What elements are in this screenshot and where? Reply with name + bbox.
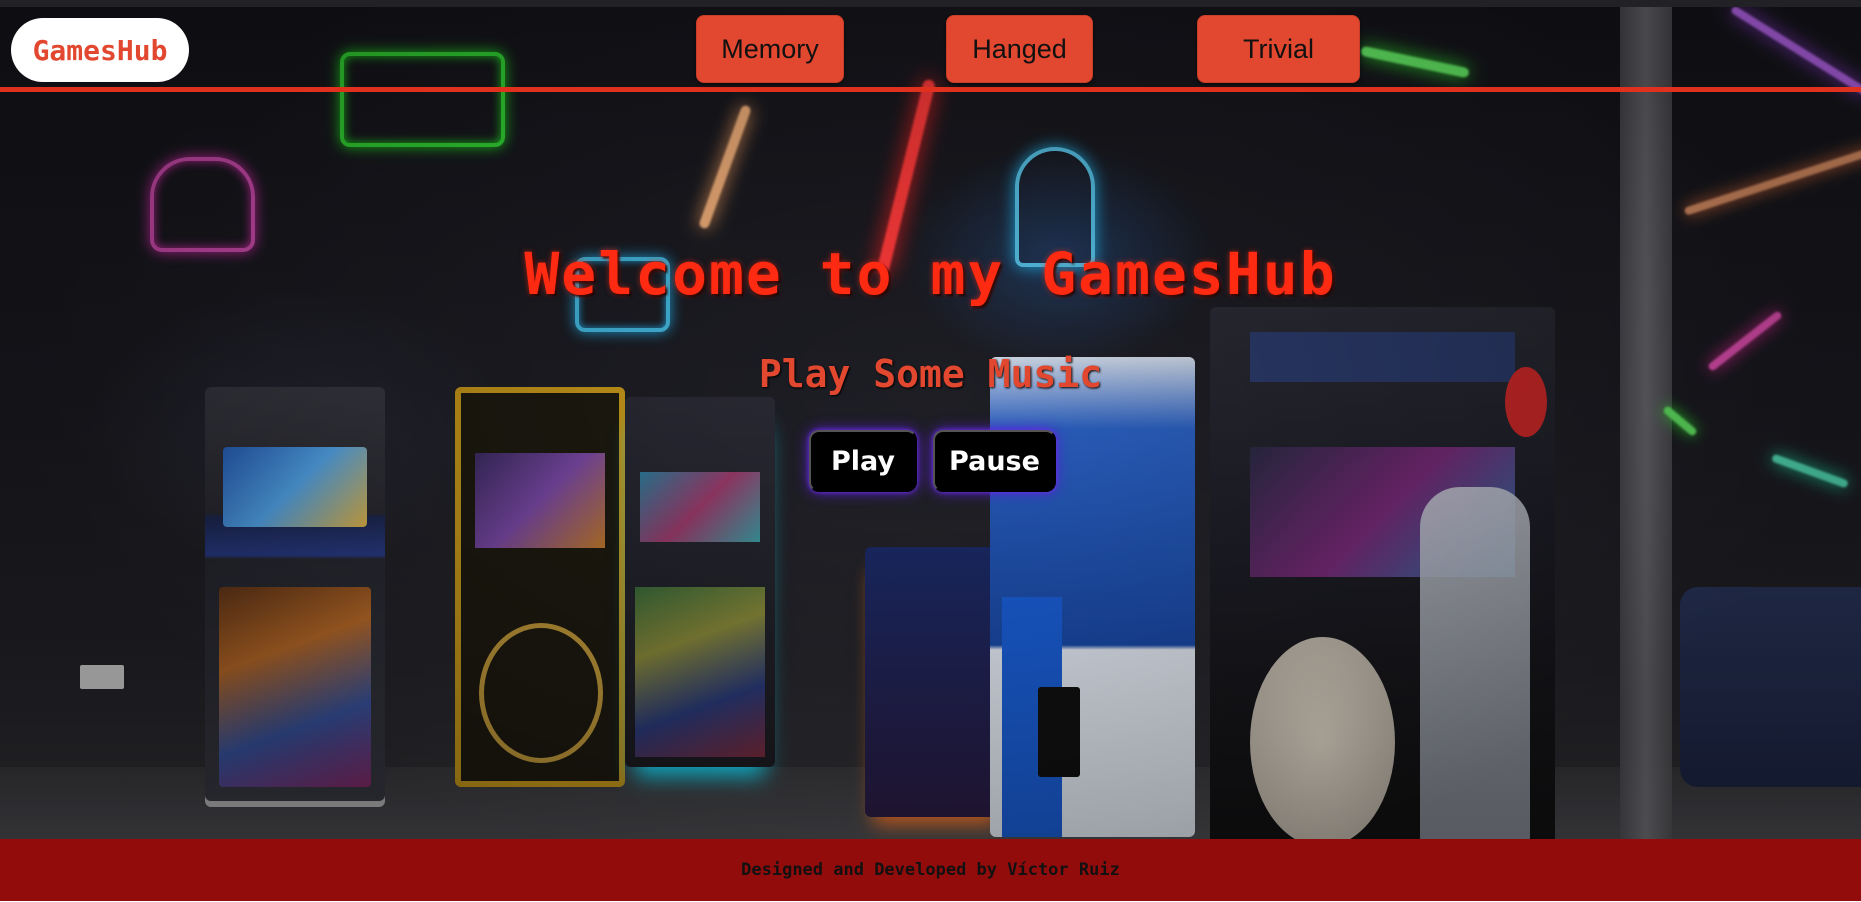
browser-top-strip — [0, 0, 1861, 7]
footer-credit: Designed and Developed by Víctor Ruiz — [741, 860, 1120, 880]
music-subtitle: Play Some Music — [758, 352, 1103, 396]
play-music-button[interactable]: Play — [809, 430, 917, 492]
page-title: Welcome to my GamesHub — [524, 240, 1337, 308]
background-vignette — [0, 7, 1861, 839]
pause-music-button[interactable]: Pause — [933, 430, 1056, 492]
footer: Designed and Developed by Víctor Ruiz — [0, 839, 1861, 901]
arcade-background-image — [0, 7, 1861, 839]
nav-hanged-button[interactable]: Hanged — [946, 15, 1093, 83]
top-navbar: GamesHub Memory Hanged Trivial — [0, 7, 1861, 92]
nav-trivial-button[interactable]: Trivial — [1197, 15, 1360, 83]
gameshub-logo-link[interactable]: GamesHub — [11, 18, 189, 82]
nav-memory-button[interactable]: Memory — [696, 15, 844, 83]
